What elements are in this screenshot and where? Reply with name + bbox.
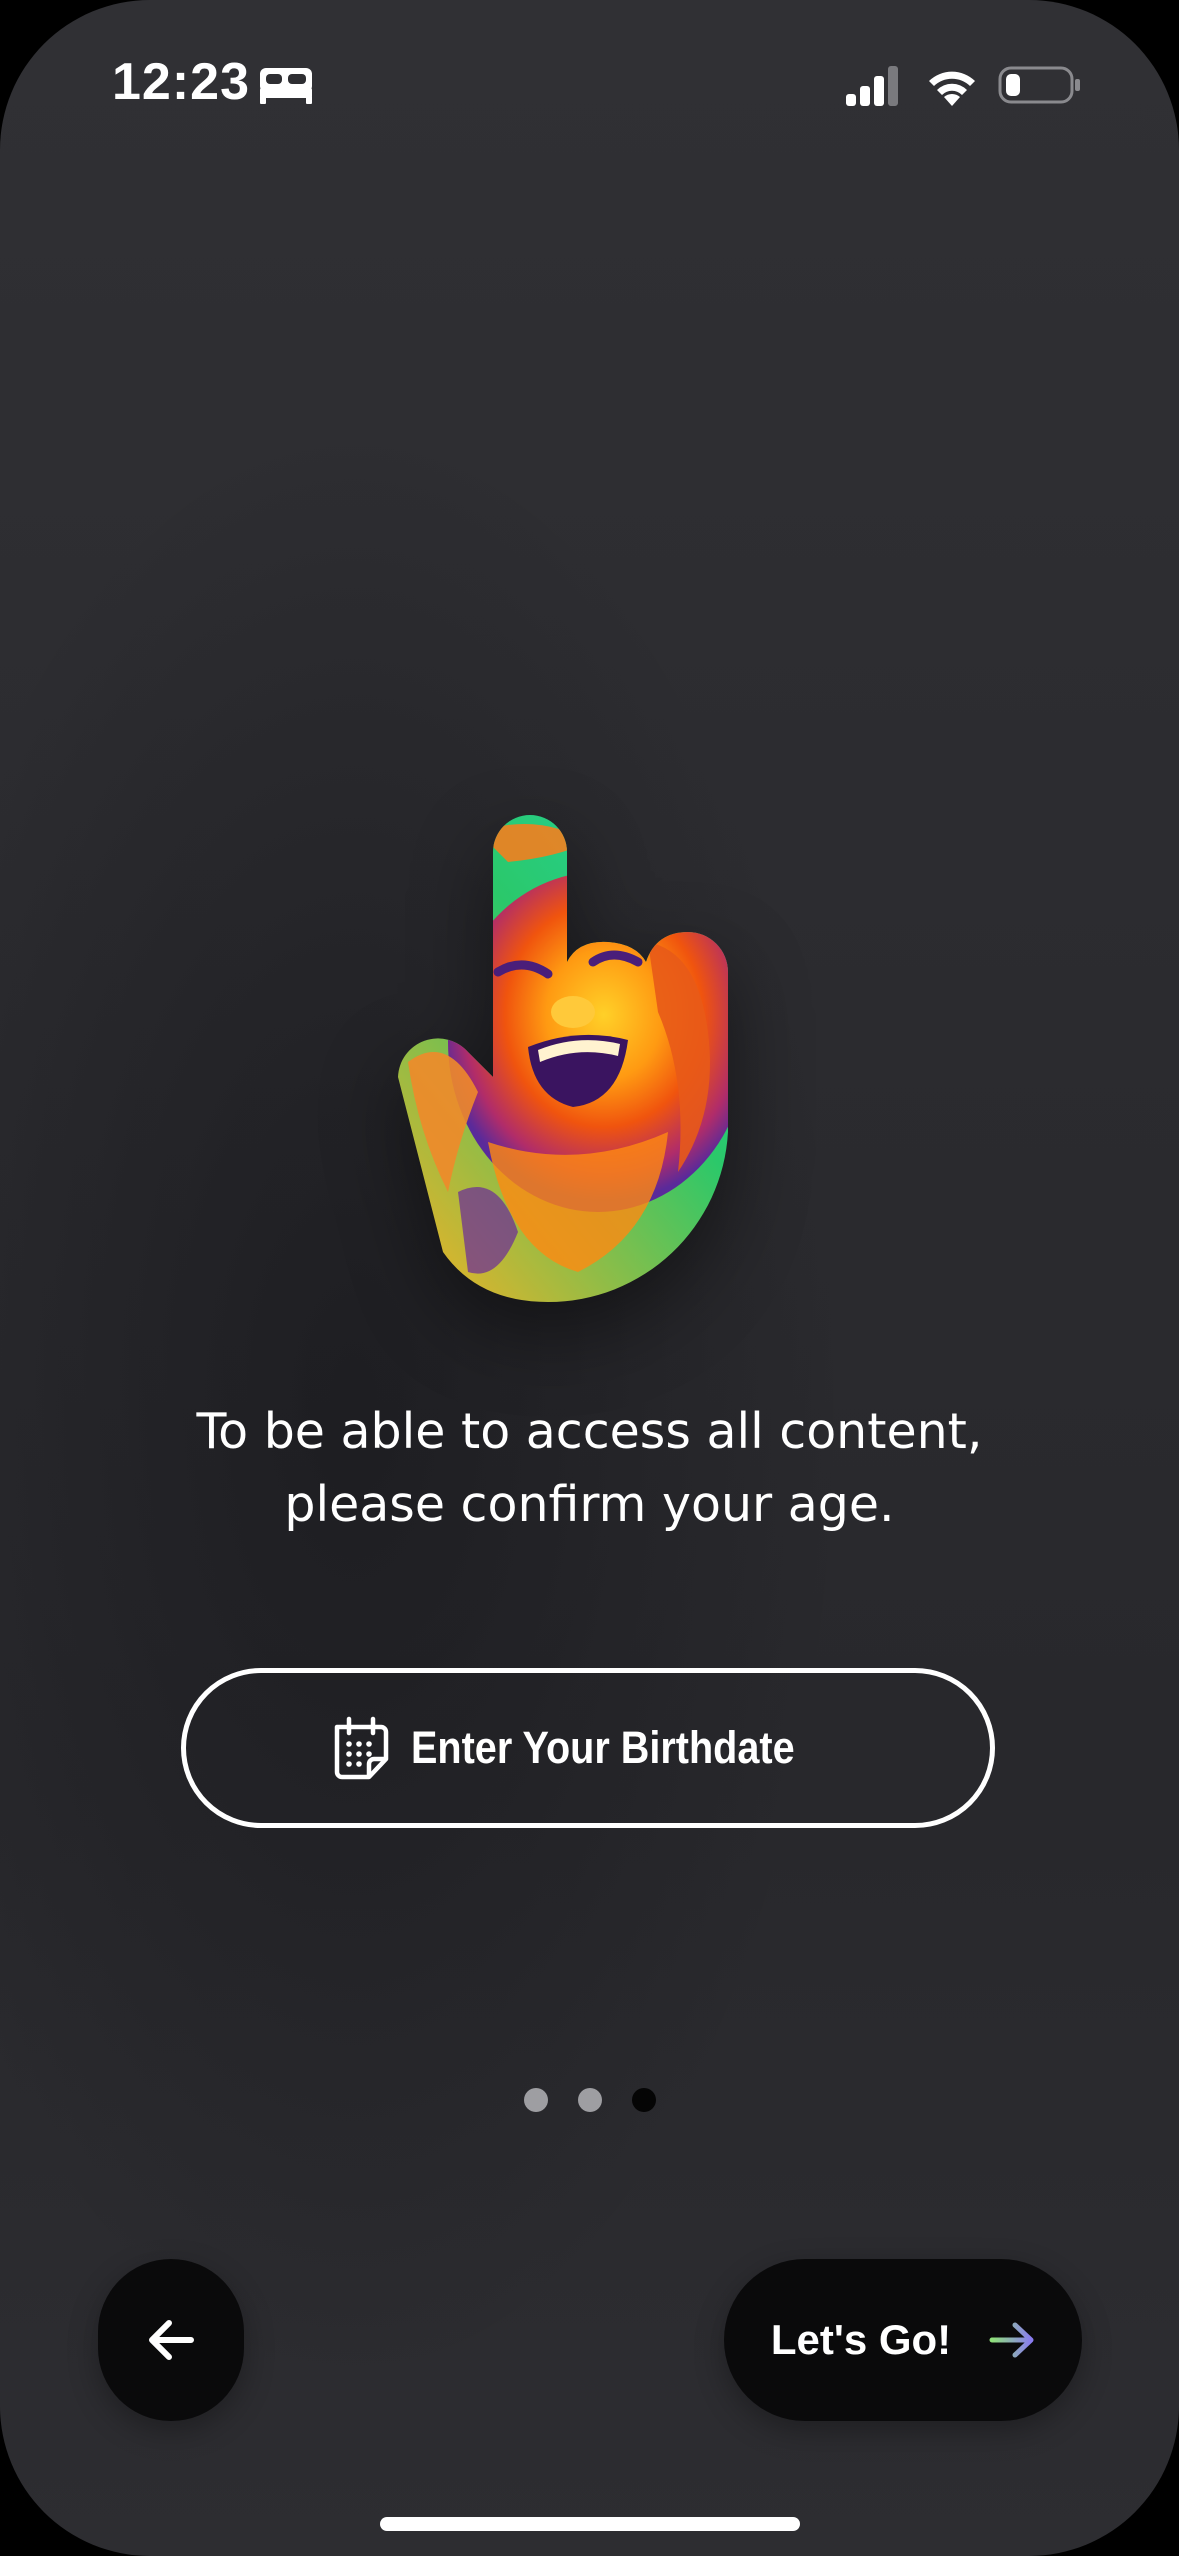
page-dot-2[interactable] bbox=[577, 2088, 602, 2112]
enter-birthdate-button[interactable]: Enter Your Birthdate bbox=[181, 1668, 995, 1828]
lets-go-label: Let's Go! bbox=[770, 2316, 952, 2363]
message-line-2: please confirm your age. bbox=[284, 1476, 895, 1533]
arrow-left-icon bbox=[149, 2320, 194, 2360]
battery-icon bbox=[998, 66, 1080, 104]
message-line-1: To be able to access all content, bbox=[196, 1403, 983, 1460]
wifi-icon bbox=[929, 71, 975, 106]
back-button[interactable] bbox=[98, 2259, 244, 2421]
cellular-signal-icon bbox=[846, 66, 898, 106]
page-dot-1[interactable] bbox=[523, 2088, 548, 2112]
enter-birthdate-label: Enter Your Birthdate bbox=[411, 1722, 795, 1773]
status-time: 12:23 bbox=[112, 53, 250, 111]
page-indicator bbox=[0, 2088, 1179, 2112]
home-indicator[interactable] bbox=[380, 2517, 800, 2531]
pointing-hand-photo-icon bbox=[398, 815, 728, 1302]
age-confirmation-message: To be able to access all content, please… bbox=[90, 1395, 1089, 1541]
onboarding-screen: 12:23 To be able to access all content, … bbox=[0, 0, 1179, 2556]
lets-go-button[interactable]: Let's Go! bbox=[724, 2259, 1082, 2421]
arrow-right-icon bbox=[989, 2322, 1034, 2358]
page-dot-3-active[interactable] bbox=[631, 2088, 656, 2112]
status-bar: 12:23 bbox=[0, 0, 1179, 170]
sleep-focus-icon bbox=[260, 68, 312, 104]
calendar-icon bbox=[334, 1716, 389, 1780]
